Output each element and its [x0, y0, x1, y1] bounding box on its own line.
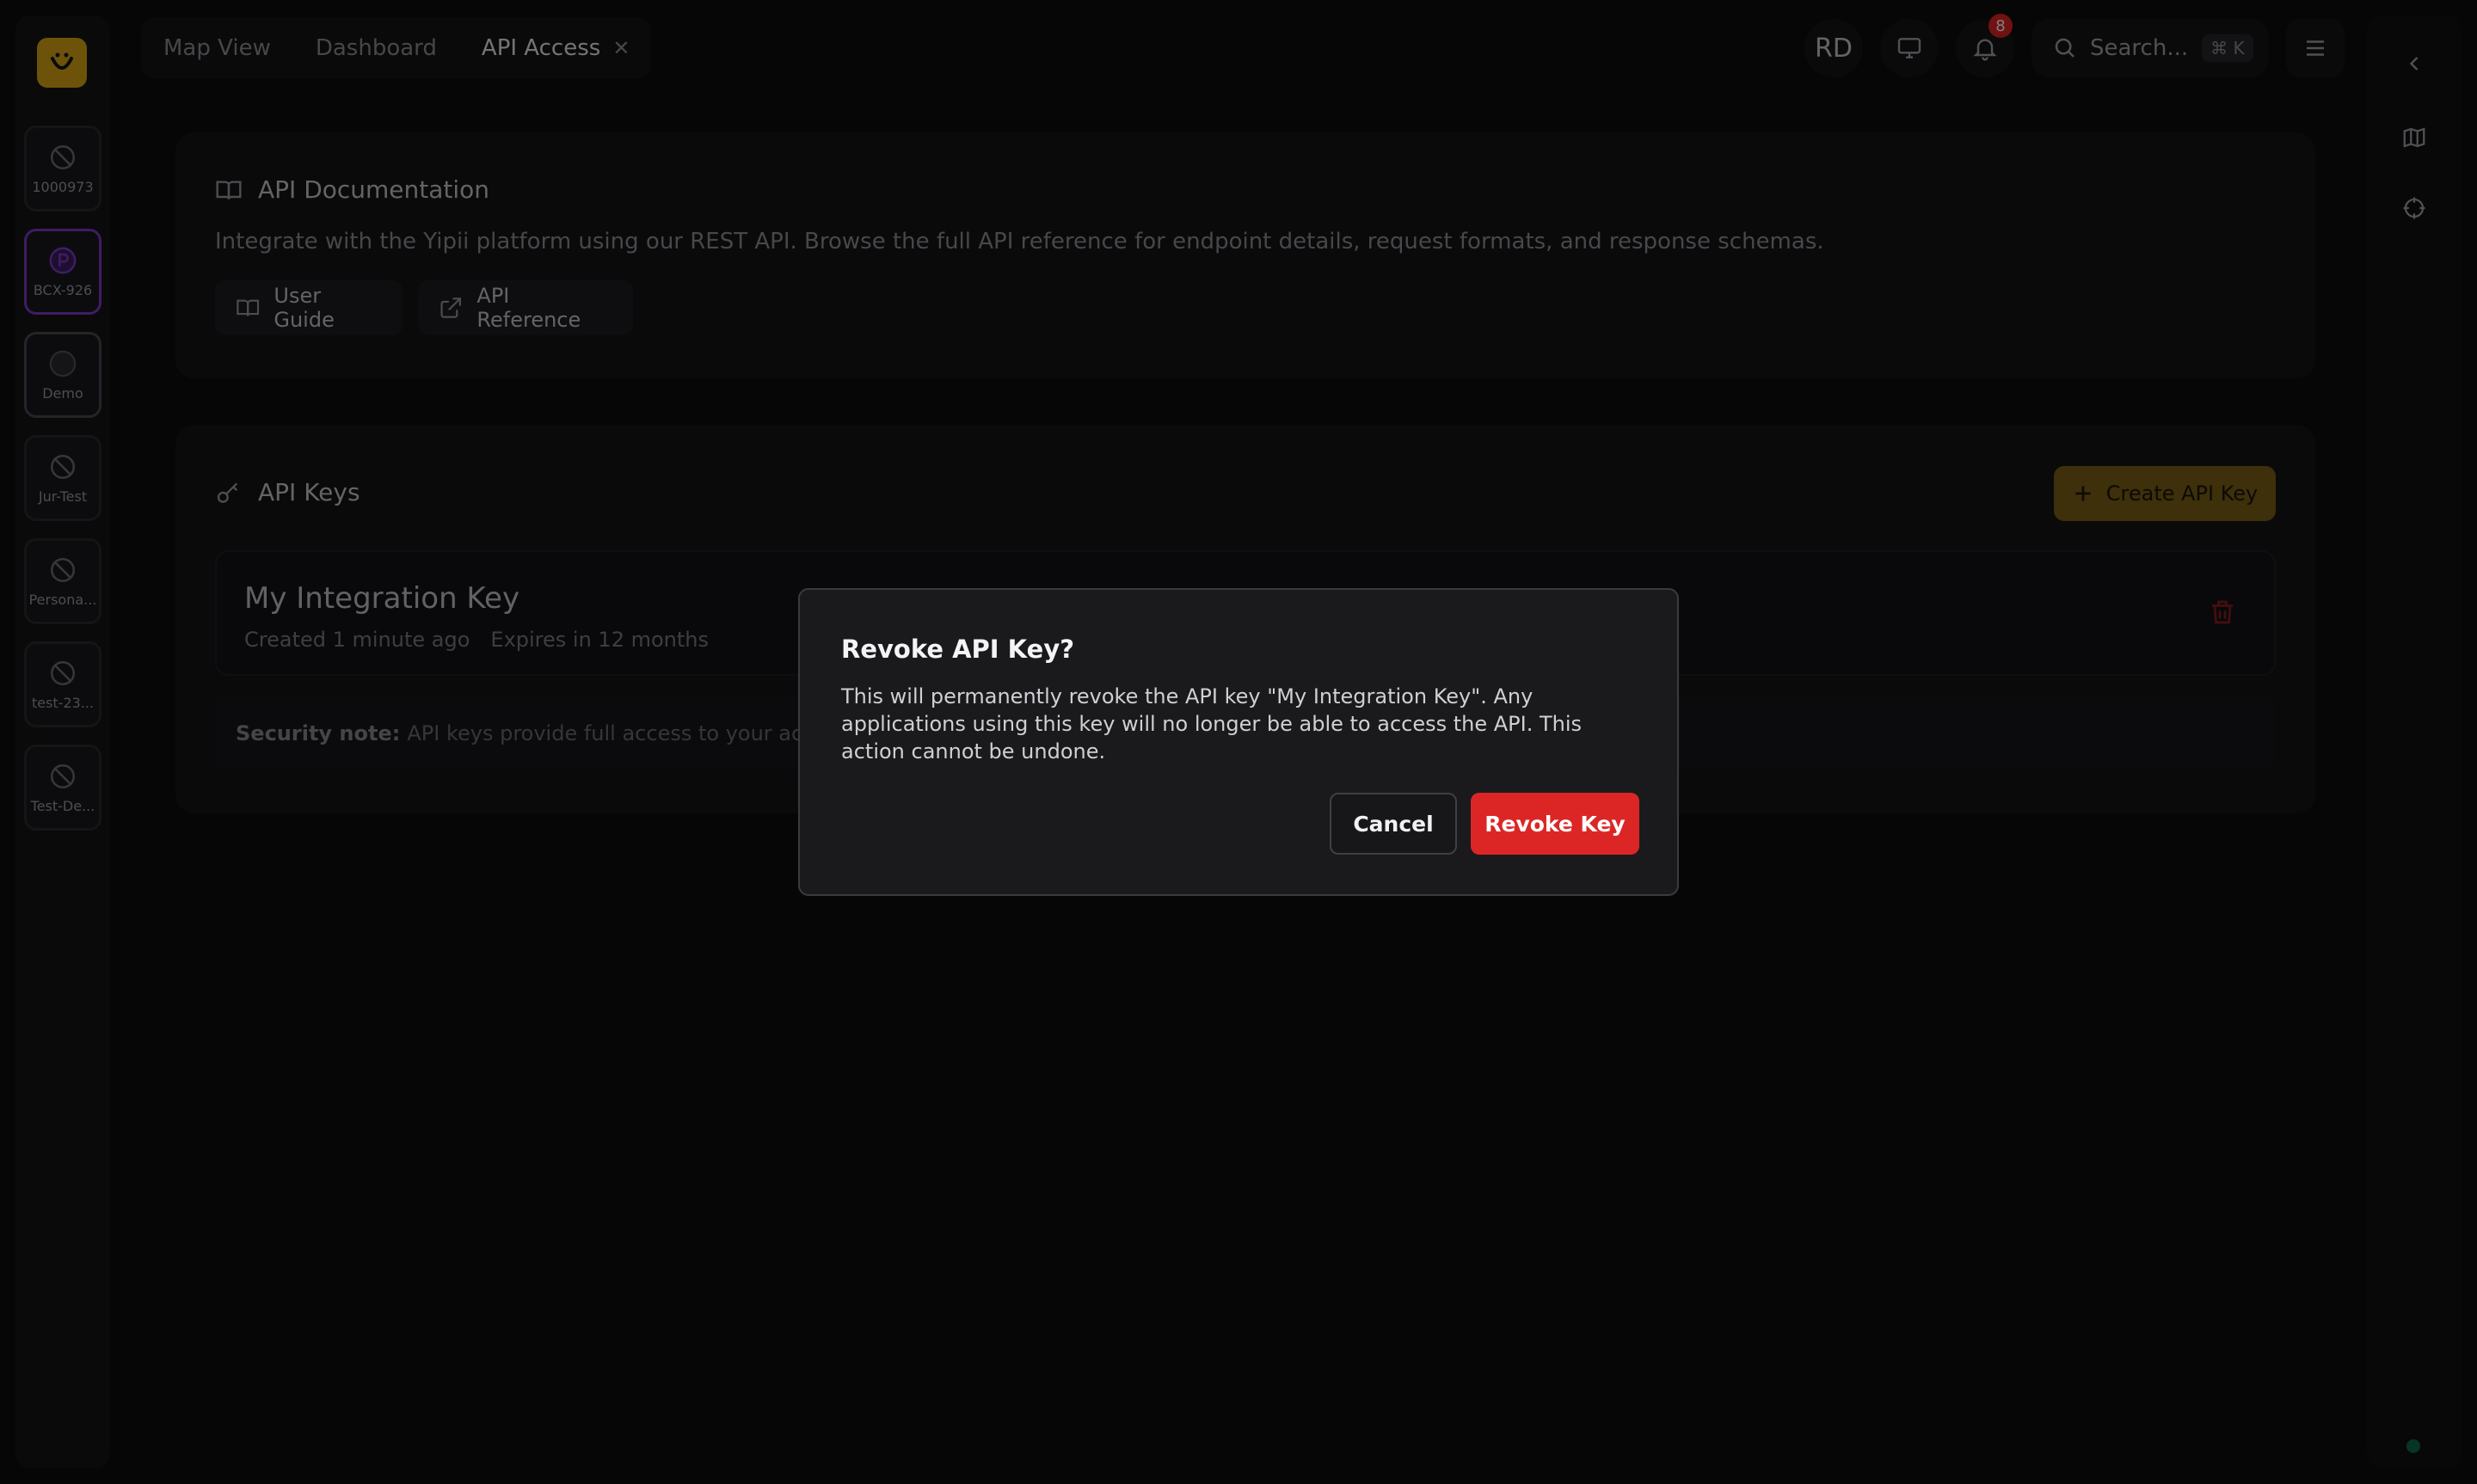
dialog-title: Revoke API Key? [841, 635, 1075, 664]
revoke-key-button[interactable]: Revoke Key [1471, 793, 1639, 855]
revoke-key-dialog: Revoke API Key? This will permanently re… [798, 588, 1679, 896]
cancel-button[interactable]: Cancel [1330, 793, 1457, 855]
dialog-body: This will permanently revoke the API key… [841, 684, 1583, 763]
